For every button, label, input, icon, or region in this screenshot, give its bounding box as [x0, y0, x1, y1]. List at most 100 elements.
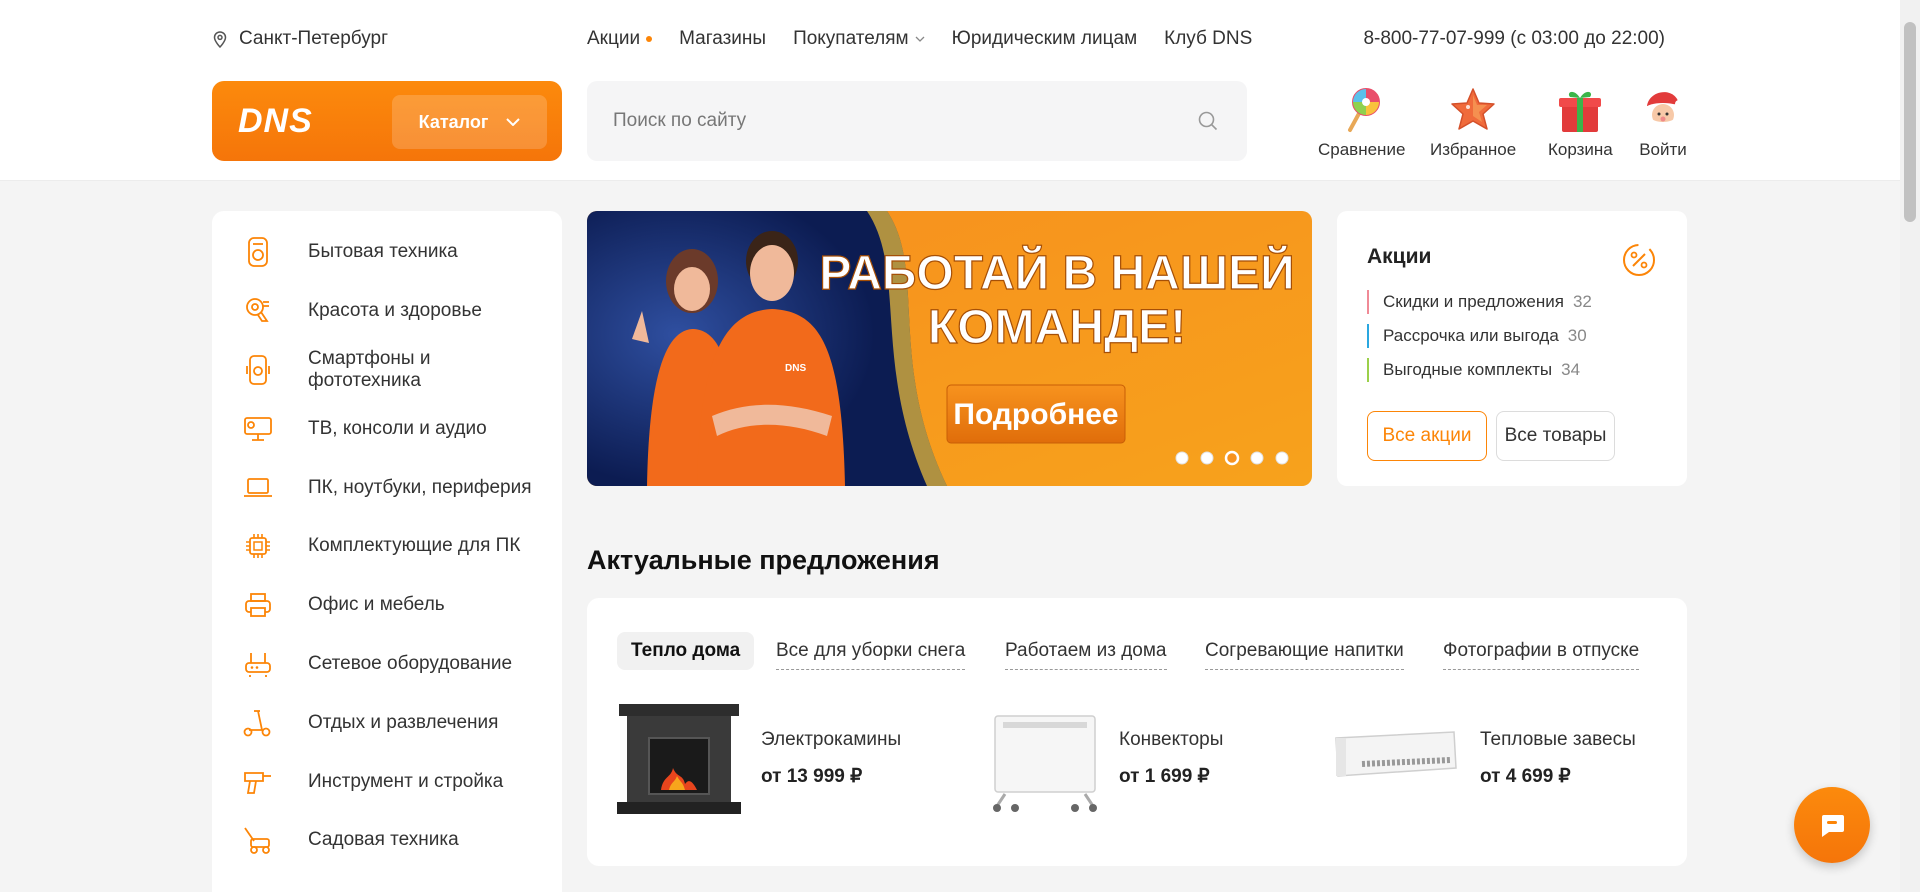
- sidebar-item-label: Комплектующие для ПК: [308, 535, 521, 557]
- sidebar-item-label: Отдых и развлечения: [308, 711, 499, 733]
- promo-label: Рассрочка или выгода: [1383, 326, 1559, 345]
- search-input[interactable]: [613, 110, 1133, 132]
- cart-button[interactable]: Корзина: [1548, 84, 1613, 160]
- product-convectors[interactable]: Конвекторы от 1 699 ₽: [975, 698, 1223, 818]
- banner-headline-line2: КОМАНДЕ!: [928, 301, 1186, 354]
- hairdryer-icon: [240, 293, 276, 329]
- all-promos-button[interactable]: Все акции: [1367, 411, 1487, 461]
- nav-legal-label: Юридическим лицам: [951, 28, 1138, 49]
- product-name: Электрокамины: [761, 728, 902, 750]
- nav-customers[interactable]: Покупателям: [793, 28, 925, 50]
- offers-panel: Тепло дома Все для уборки снега Работаем…: [587, 598, 1687, 866]
- scrollbar[interactable]: [1900, 0, 1920, 892]
- sidebar-item-office[interactable]: Офис и мебель: [212, 576, 562, 635]
- router-icon: [240, 646, 276, 682]
- chevron-down-icon: [506, 118, 521, 126]
- heat-curtain-image: [1335, 731, 1457, 777]
- sidebar-item-label: Смартфоны и фототехника: [308, 347, 431, 391]
- phone-number[interactable]: 8-800-77-07-999 (с 03:00 до 22:00): [1363, 28, 1665, 50]
- favorites-button[interactable]: Избранное: [1430, 84, 1516, 160]
- sidebar-item-smartphones[interactable]: Смартфоны и фототехника: [212, 341, 562, 400]
- nav-customers-label: Покупателям: [793, 28, 909, 49]
- product-price: от 4 699 ₽: [1480, 765, 1571, 787]
- sidebar-item-label: Бытовая техника: [308, 241, 458, 263]
- promo-count: 34: [1561, 360, 1581, 379]
- city-name: Санкт-Петербург: [239, 28, 389, 49]
- search-icon[interactable]: [1197, 110, 1219, 132]
- catalog-button[interactable]: Каталог: [392, 95, 547, 149]
- nav-promos[interactable]: Акции: [587, 28, 653, 50]
- santa-login-icon: [1646, 92, 1683, 130]
- site-header: Санкт-Петербург Акции Магазины Покупател…: [0, 0, 1900, 181]
- nav-stores-label: Магазины: [679, 28, 767, 49]
- sidebar-item-tv[interactable]: ТВ, консоли и аудио: [212, 399, 562, 458]
- tab-warming-drinks[interactable]: Согревающие напитки: [1205, 632, 1404, 670]
- tab-vacation-photos[interactable]: Фотографии в отпуске: [1443, 632, 1640, 670]
- shirt-logo: DNS: [785, 363, 806, 374]
- sidebar-item-label: ТВ, консоли и аудио: [308, 417, 487, 439]
- laptop-icon: [240, 470, 276, 506]
- sidebar-item-components[interactable]: Комплектующие для ПК: [212, 517, 562, 576]
- drill-icon: [240, 764, 276, 800]
- chat-bubble-icon: [1822, 815, 1844, 837]
- favorites-label: Избранное: [1430, 140, 1517, 159]
- carousel-dot[interactable]: [1250, 451, 1264, 465]
- promo-link-bundles[interactable]: Выгодные комплекты 34: [1367, 353, 1657, 387]
- product-name: Конвекторы: [1119, 728, 1224, 750]
- promo-link-discounts[interactable]: Скидки и предложения 32: [1367, 285, 1657, 319]
- search-bar: [587, 81, 1247, 161]
- banner-more-button[interactable]: Подробнее: [946, 384, 1126, 444]
- sidebar-item-network[interactable]: Сетевое оборудование: [212, 635, 562, 694]
- banner-more-label: Подробнее: [953, 398, 1118, 431]
- product-fireplaces[interactable]: Электрокамины от 13 999 ₽: [617, 698, 901, 818]
- sidebar-item-pc[interactable]: ПК, ноутбуки, периферия: [212, 458, 562, 517]
- promo-banner[interactable]: DNS РАБОТАЙ В НАШЕЙ КОМАНДЕ! Подробнее: [587, 211, 1312, 486]
- sidebar-item-beauty[interactable]: Красота и здоровье: [212, 282, 562, 341]
- dns-logo[interactable]: DNS: [238, 102, 313, 141]
- tab-snow-removal[interactable]: Все для уборки снега: [776, 632, 966, 670]
- catalog-sidebar: Бытовая техника Красота и здоровье Смарт…: [212, 211, 562, 892]
- sidebar-item-label: Сетевое оборудование: [308, 652, 513, 674]
- nav-stores[interactable]: Магазины: [679, 28, 766, 50]
- carousel-dot[interactable]: [1275, 451, 1289, 465]
- promo-color-bar: [1367, 290, 1369, 314]
- nav-club[interactable]: Клуб DNS: [1164, 28, 1252, 50]
- scroll-thumb[interactable]: [1904, 22, 1916, 222]
- product-heat-curtains[interactable]: Тепловые завесы от 4 699 ₽: [1332, 698, 1636, 818]
- nav-legal[interactable]: Юридическим лицам: [952, 28, 1138, 50]
- lollipop-compare-icon: [1347, 88, 1380, 132]
- chevron-down-icon: [915, 36, 925, 42]
- carousel-dot[interactable]: [1200, 451, 1214, 465]
- sidebar-item-tools[interactable]: Инструмент и стройка: [212, 752, 562, 811]
- chip-icon: [240, 528, 276, 564]
- cart-label: Корзина: [1548, 140, 1613, 159]
- logo-catalog-block: DNS Каталог: [212, 81, 562, 161]
- tv-icon: [240, 411, 276, 447]
- carousel-dot[interactable]: [1175, 451, 1189, 465]
- product-name: Тепловые завесы: [1480, 728, 1636, 750]
- printer-icon: [240, 587, 276, 623]
- convector-image: [993, 715, 1097, 812]
- promo-link-installment[interactable]: Рассрочка или выгода 30: [1367, 319, 1657, 353]
- promo-label: Скидки и предложения: [1383, 292, 1564, 311]
- compare-label: Сравнение: [1318, 140, 1406, 159]
- promo-count: 32: [1572, 292, 1592, 311]
- sidebar-item-leisure[interactable]: Отдых и развлечения: [212, 693, 562, 752]
- sidebar-item-label: Инструмент и стройка: [308, 770, 504, 792]
- tab-warm-home[interactable]: Тепло дома: [617, 632, 755, 670]
- all-goods-button[interactable]: Все товары: [1496, 411, 1615, 461]
- login-label: Войти: [1639, 140, 1687, 159]
- top-nav: Акции Магазины Покупателям Юридическим л…: [587, 28, 1252, 50]
- compare-button[interactable]: Сравнение: [1318, 84, 1405, 160]
- new-dot-icon: [646, 36, 653, 42]
- carousel-dot-active[interactable]: [1224, 450, 1240, 466]
- sidebar-item-appliances[interactable]: Бытовая техника: [212, 223, 562, 282]
- city-selector[interactable]: Санкт-Петербург: [213, 28, 388, 50]
- promo-count: 30: [1567, 326, 1587, 345]
- sidebar-item-garden[interactable]: Садовая техника: [212, 811, 562, 870]
- smartphone-icon: [240, 352, 276, 388]
- nav-promos-label: Акции: [587, 28, 641, 49]
- chat-button[interactable]: [1794, 787, 1870, 863]
- login-button[interactable]: Войти: [1637, 84, 1689, 160]
- tab-work-from-home[interactable]: Работаем из дома: [1005, 632, 1167, 670]
